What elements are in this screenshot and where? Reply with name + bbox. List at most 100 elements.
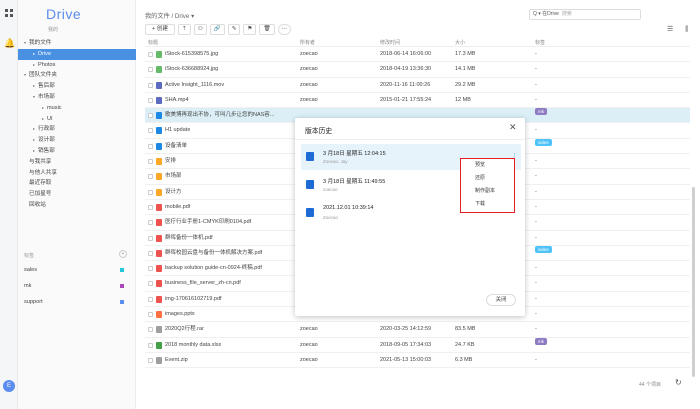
view-toggle-icon[interactable]: ☰ ⫼ xyxy=(667,25,693,34)
row-checkbox[interactable] xyxy=(148,342,153,348)
sidebar-item[interactable]: 已加星号 xyxy=(18,189,136,200)
file-type-icon xyxy=(156,234,162,242)
col-title[interactable]: 标题 xyxy=(148,39,158,46)
tag-badge: sales xyxy=(535,138,552,146)
row-checkbox[interactable] xyxy=(148,143,153,149)
context-menu-item[interactable]: 预览 xyxy=(461,159,514,172)
more-button[interactable]: ⋯ xyxy=(277,23,292,35)
row-checkbox[interactable] xyxy=(148,128,153,134)
sidebar-tag[interactable]: mk xyxy=(18,278,136,294)
sidebar-item-label: 售后部 xyxy=(38,83,55,90)
cell-modified: 2021-05-13 15:00:03 xyxy=(380,356,432,363)
sidebar-item[interactable]: ▸ 售后部 xyxy=(18,81,136,92)
link-button[interactable]: 🔗 xyxy=(209,23,225,35)
sidebar-item-label: 回收站 xyxy=(29,201,46,208)
sidebar-item-label: 团队文件夹 xyxy=(29,72,57,79)
table-row[interactable]: 2018 monthly data.xlsx zoecao 2018-09-05 1… xyxy=(145,337,690,353)
context-menu-item[interactable]: 下载 xyxy=(461,198,514,211)
scrollbar[interactable] xyxy=(692,47,695,377)
upload-button[interactable]: ⇡ xyxy=(178,23,191,35)
cell-owner: zoecao xyxy=(300,96,318,103)
table-row[interactable]: iStock-615398575.jpg zoecao 2018-06-14 16:… xyxy=(145,47,690,63)
bell-icon[interactable]: 🔔 xyxy=(4,38,15,49)
col-tags[interactable]: 标签 xyxy=(535,39,545,46)
table-row[interactable]: Event.zip zoecao 2021-05-13 15:00:03 6.3 MB… xyxy=(145,353,690,369)
search-input[interactable]: Q ▾ 在Drive 搜索 xyxy=(529,9,641,20)
cell-name: 2020Q2行程.rar xyxy=(165,326,204,333)
sidebar-item[interactable]: ▸ UI xyxy=(18,114,136,125)
cell-tag: - xyxy=(535,295,537,302)
sidebar-item[interactable]: ▸ 销售部 xyxy=(18,146,136,157)
refresh-icon[interactable]: ↻ xyxy=(675,378,682,387)
sidebar-item[interactable]: ▸ 行政部 xyxy=(18,124,136,135)
row-checkbox[interactable] xyxy=(148,357,153,363)
delete-button[interactable]: 🗑 xyxy=(259,23,275,35)
sidebar: Drive 我的 ▾ 我的文件 ▸ Drive ▸ Photos ▾ 团队文件夹 ▸ 售后部 ▾ 市场… xyxy=(18,0,136,409)
label-button[interactable]: ⚑ xyxy=(243,23,257,35)
cell-tag: - xyxy=(535,311,537,318)
breadcrumb[interactable]: 我的文件 / Drive ▾ xyxy=(145,11,194,20)
sidebar-item[interactable]: 回收站 xyxy=(18,200,136,211)
sidebar-tag[interactable]: support xyxy=(18,294,136,310)
cell-name: 群晖校园云盘与备份一体机解决方案.pdf xyxy=(165,249,263,256)
context-menu-item[interactable]: 还原 xyxy=(461,172,514,185)
row-checkbox[interactable] xyxy=(148,204,153,210)
row-checkbox[interactable] xyxy=(148,266,153,272)
share-button[interactable]: ⚇ xyxy=(193,23,207,35)
avatar[interactable]: E xyxy=(3,380,15,392)
row-checkbox[interactable] xyxy=(148,82,153,88)
cell-name: mobile.pdf xyxy=(165,203,191,210)
table-header: 标题 所有者 修改时间 大小 标签 xyxy=(145,39,690,47)
sidebar-item[interactable]: ▸ Drive xyxy=(18,48,136,60)
table-row[interactable]: 2020Q2行程.rar zoecao 2020-03-25 14:12:59 83.… xyxy=(145,322,690,338)
row-checkbox[interactable] xyxy=(148,67,153,73)
create-button[interactable]: + 创建 xyxy=(145,23,176,35)
row-checkbox[interactable] xyxy=(148,174,153,180)
cell-modified: 2018-04-19 13:36:30 xyxy=(380,66,432,73)
sidebar-item[interactable]: ▸ 设计部 xyxy=(18,135,136,146)
row-checkbox[interactable] xyxy=(148,52,153,57)
row-checkbox[interactable] xyxy=(148,296,153,302)
sidebar-item[interactable]: 与我共享 xyxy=(18,157,136,168)
context-menu-item[interactable]: 制作副本 xyxy=(461,185,514,198)
row-checkbox[interactable] xyxy=(148,159,153,165)
table-row[interactable]: Active Insight_1116.mov zoecao 2020-11-16 … xyxy=(145,78,690,93)
row-checkbox[interactable] xyxy=(148,312,153,318)
sidebar-item[interactable]: 与他人共享 xyxy=(18,168,136,179)
row-checkbox[interactable] xyxy=(148,235,153,241)
row-checkbox[interactable] xyxy=(148,97,153,103)
close-button[interactable]: 关闭 xyxy=(486,294,516,306)
sidebar-item[interactable]: 最近存取 xyxy=(18,178,136,189)
sidebar-item[interactable]: ▾ 市场部 xyxy=(18,92,136,103)
apps-grid-icon[interactable] xyxy=(5,9,13,17)
file-type-icon xyxy=(156,173,162,181)
col-modified[interactable]: 修改时间 xyxy=(380,39,400,46)
sidebar-tag[interactable]: sales xyxy=(18,262,136,278)
cell-tag: - xyxy=(535,265,537,272)
cell-tag: - xyxy=(535,188,537,195)
search-scope[interactable]: Q ▾ 在Drive xyxy=(533,11,559,17)
cell-size: 12 MB xyxy=(455,96,471,103)
row-checkbox[interactable] xyxy=(148,281,153,287)
row-checkbox[interactable] xyxy=(148,113,153,119)
close-icon[interactable]: ✕ xyxy=(509,122,517,133)
document-icon xyxy=(306,152,314,161)
row-checkbox[interactable] xyxy=(148,327,153,333)
col-size[interactable]: 大小 xyxy=(455,39,465,46)
sidebar-item[interactable]: ▾ 我的文件 xyxy=(18,38,136,49)
sidebar-item[interactable]: ▸ Photos xyxy=(18,60,136,71)
file-type-icon xyxy=(156,158,162,166)
row-checkbox[interactable] xyxy=(148,189,153,195)
table-row[interactable]: SHA.mp4 zoecao 2015-01-21 17:55:24 12 MB - xyxy=(145,93,690,109)
edit-button[interactable]: ✎ xyxy=(227,23,241,35)
col-owner[interactable]: 所有者 xyxy=(300,39,315,46)
sidebar-item[interactable]: ▾ 团队文件夹 xyxy=(18,70,136,81)
tag-badge: mk xyxy=(535,108,547,116)
row-checkbox[interactable] xyxy=(148,220,153,226)
add-tag-button[interactable]: + xyxy=(119,250,127,258)
cell-size: 83.5 MB xyxy=(455,326,476,333)
row-checkbox[interactable] xyxy=(148,250,153,256)
cell-size: 14.1 MB xyxy=(455,66,476,73)
sidebar-item[interactable]: ▸ music xyxy=(18,103,136,114)
table-row[interactable]: iStock-636688924.jpg zoecao 2018-04-19 13:… xyxy=(145,62,690,78)
